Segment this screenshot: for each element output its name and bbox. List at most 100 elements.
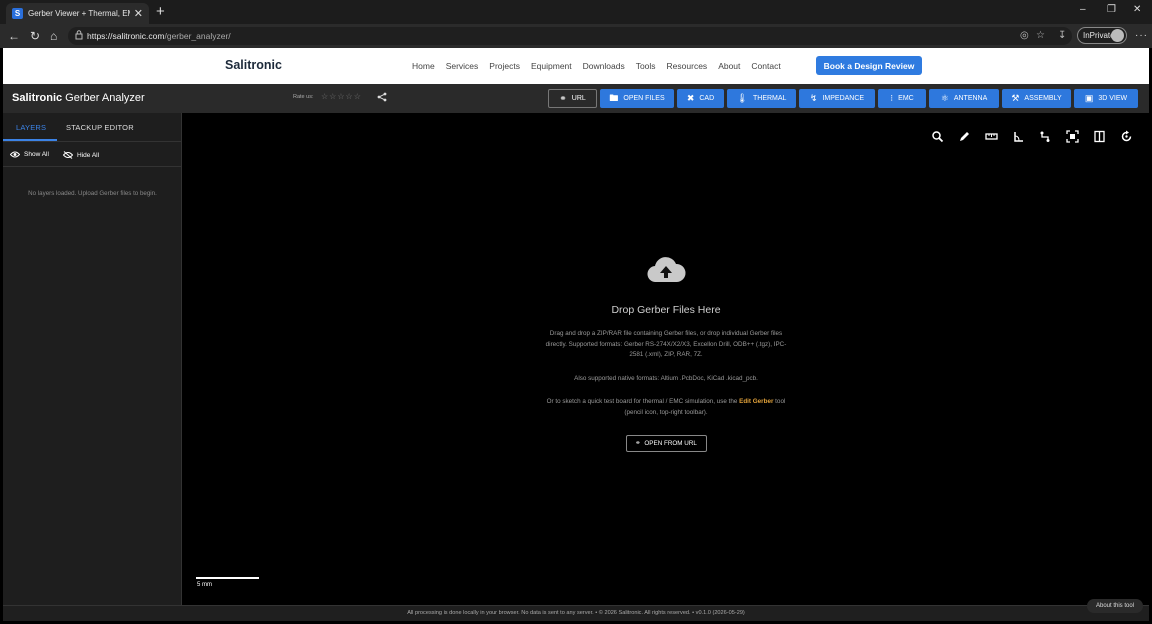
inprivate-button[interactable]: InPrivate xyxy=(1077,27,1127,44)
emc-label: EMC xyxy=(898,95,914,102)
url-button-label: URL xyxy=(571,95,586,102)
rating-stars[interactable]: ☆☆☆☆☆ xyxy=(321,92,362,101)
url-button[interactable]: ⚭ URL xyxy=(548,89,597,108)
link-icon: ⚭ xyxy=(559,93,567,103)
url-host: https://salitronic.com xyxy=(87,31,165,41)
nav-projects[interactable]: Projects xyxy=(489,61,520,71)
fit-screen-icon[interactable] xyxy=(1066,130,1079,143)
browser-tab[interactable]: S Gerber Viewer + Thermal, EMI & I… ✕ xyxy=(6,3,149,24)
eye-off-icon xyxy=(63,151,73,159)
rate-label: Rate us: xyxy=(293,94,314,100)
antenna-icon: ⚛ xyxy=(940,93,949,103)
native-formats-text: Also supported native formats: Altium .P… xyxy=(574,374,758,382)
split-view-icon[interactable] xyxy=(1093,130,1106,143)
hide-all-button[interactable]: Hide All xyxy=(63,151,99,159)
cad-button[interactable]: ✖ CAD xyxy=(677,89,724,108)
address-bar: ← ↻ ⌂ https://salitronic.com/gerber_anal… xyxy=(0,24,1152,48)
download-icon[interactable]: ↧ xyxy=(1058,30,1066,41)
avatar xyxy=(1111,29,1124,42)
inprivate-label: InPrivate xyxy=(1083,31,1115,40)
antenna-button[interactable]: ⚛ ANTENNA xyxy=(929,89,999,108)
thermal-label: THERMAL xyxy=(752,95,787,102)
bolt-icon: ↯ xyxy=(809,93,818,103)
tab-title: Gerber Viewer + Thermal, EMI & I… xyxy=(28,9,130,18)
cloud-upload-icon xyxy=(647,257,686,283)
home-icon[interactable]: ⌂ xyxy=(50,29,57,43)
folder-icon: 🖿 xyxy=(609,93,619,103)
pencil-icon[interactable] xyxy=(958,130,971,143)
sketch-hint: Or to sketch a quick test board for ther… xyxy=(543,397,789,418)
emc-button[interactable]: ⁝ EMC xyxy=(878,89,926,108)
tab-stackup-editor[interactable]: STACKUP EDITOR xyxy=(66,123,134,132)
empty-layers-message: No layers loaded. Upload Gerber files to… xyxy=(28,190,157,197)
gerber-canvas[interactable]: Drop Gerber Files Here Drag and drop a Z… xyxy=(183,113,1149,605)
3d-view-label: 3D VIEW xyxy=(1098,95,1128,102)
more-menu-icon[interactable]: ··· xyxy=(1135,30,1148,41)
url-field[interactable]: https://salitronic.com/gerber_analyzer/ … xyxy=(68,27,1072,45)
active-tab-indicator xyxy=(3,139,57,141)
sketch-hint-pre: Or to sketch a quick test board for ther… xyxy=(546,398,740,405)
app-title-brand: Salitronic xyxy=(12,92,63,104)
site-header: Salitronic Home Services Projects Equipm… xyxy=(3,48,1149,84)
3d-view-icon: ▣ xyxy=(1084,93,1094,103)
book-review-button[interactable]: Book a Design Review xyxy=(816,56,922,75)
layers-sidebar: LAYERS STACKUP EDITOR Show All Hide All … xyxy=(3,113,182,605)
open-from-url-button[interactable]: ⚭ OPEN FROM URL xyxy=(625,435,707,452)
open-files-button[interactable]: 🖿 OPEN FILES xyxy=(600,89,674,108)
antenna-label: ANTENNA xyxy=(953,95,988,102)
tools-icon: ✖ xyxy=(686,93,695,103)
assembly-button[interactable]: ⚒ ASSEMBLY xyxy=(1002,89,1071,108)
assembly-label: ASSEMBLY xyxy=(1024,95,1062,102)
hide-all-label: Hide All xyxy=(77,151,100,159)
link-icon: ⚭ xyxy=(635,440,641,447)
impedance-button[interactable]: ↯ IMPEDANCE xyxy=(799,89,875,108)
favorite-star-icon[interactable]: ☆ xyxy=(1036,30,1045,41)
refresh-icon[interactable]: ↻ xyxy=(30,29,40,43)
rotate-icon[interactable] xyxy=(1120,130,1133,143)
url-text: https://salitronic.com/gerber_analyzer/ xyxy=(87,31,231,41)
cad-label: CAD xyxy=(699,95,715,102)
ruler-icon[interactable] xyxy=(985,130,998,143)
3d-view-button[interactable]: ▣ 3D VIEW xyxy=(1074,89,1138,108)
nav-resources[interactable]: Resources xyxy=(667,61,708,71)
drop-description: Drag and drop a ZIP/RAR file containing … xyxy=(545,330,787,358)
new-tab-icon[interactable]: + xyxy=(156,3,165,21)
edit-gerber-link[interactable]: Edit Gerber xyxy=(739,398,773,405)
tab-layers[interactable]: LAYERS xyxy=(16,123,46,132)
close-window-icon[interactable]: ✕ xyxy=(1133,4,1141,15)
show-all-label: Show All xyxy=(24,151,49,158)
search-icon[interactable] xyxy=(931,130,944,143)
back-icon[interactable]: ← xyxy=(8,29,20,43)
assembly-icon: ⚒ xyxy=(1011,93,1020,103)
footer-text: All processing is done locally in your b… xyxy=(407,610,745,616)
nav-contact[interactable]: Contact xyxy=(751,61,780,71)
sidebar-tabs: LAYERS STACKUP EDITOR xyxy=(3,113,182,142)
nav-services[interactable]: Services xyxy=(446,61,479,71)
nav-about[interactable]: About xyxy=(718,61,740,71)
nav-home[interactable]: Home xyxy=(412,61,435,71)
nav-downloads[interactable]: Downloads xyxy=(583,61,625,71)
app-title: Salitronic Gerber Analyzer xyxy=(12,92,145,104)
restore-icon[interactable]: ❐ xyxy=(1107,4,1116,15)
drop-zone[interactable]: Drop Gerber Files Here Drag and drop a Z… xyxy=(543,255,789,452)
site-favicon-icon: S xyxy=(12,8,23,19)
drop-title: Drop Gerber Files Here xyxy=(611,304,721,316)
eye-icon xyxy=(10,151,20,158)
tracking-icon[interactable]: ◎ xyxy=(1020,30,1029,41)
nav-equipment[interactable]: Equipment xyxy=(531,61,572,71)
thermal-button[interactable]: 🌡 THERMAL xyxy=(727,89,796,108)
nav-tools[interactable]: Tools xyxy=(636,61,656,71)
url-path: /gerber_analyzer/ xyxy=(164,31,231,41)
angle-icon[interactable] xyxy=(1012,130,1025,143)
site-brand[interactable]: Salitronic xyxy=(225,58,282,72)
app-toolbar: Salitronic Gerber Analyzer Rate us: ☆☆☆☆… xyxy=(3,84,1149,113)
about-tool-button[interactable]: About this tool xyxy=(1087,599,1143,613)
layer-visibility-row: Show All Hide All xyxy=(3,142,182,167)
tab-close-icon[interactable]: ✕ xyxy=(134,7,143,20)
route-icon[interactable] xyxy=(1039,130,1052,143)
show-all-button[interactable]: Show All xyxy=(10,151,49,158)
lock-icon xyxy=(75,30,83,40)
minimize-icon[interactable]: – xyxy=(1080,4,1086,15)
waveform-icon: ⁝ xyxy=(890,93,894,103)
share-icon[interactable] xyxy=(377,92,387,102)
